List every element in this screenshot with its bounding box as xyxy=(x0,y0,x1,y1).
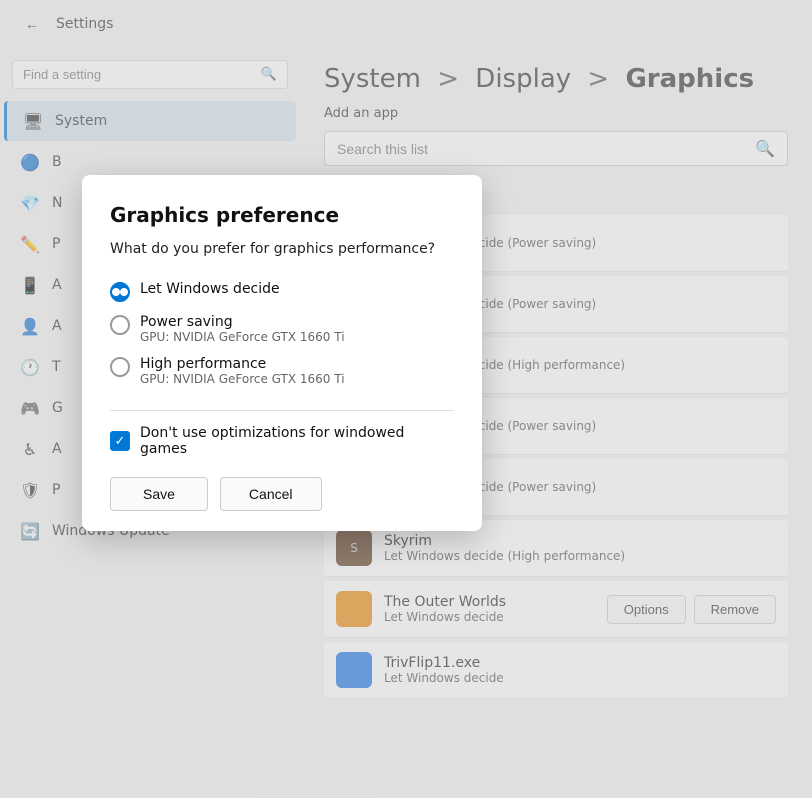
checkbox-optimizations[interactable]: ✓ xyxy=(110,431,130,451)
checkbox-label-optimizations: Don't use optimizations for windowed gam… xyxy=(140,425,454,457)
radio-label-windows-decide: Let Windows decide xyxy=(140,281,280,297)
radio-item-high-performance[interactable]: High performance GPU: NVIDIA GeForce GTX… xyxy=(110,350,454,392)
radio-item-power-saving[interactable]: Power saving GPU: NVIDIA GeForce GTX 166… xyxy=(110,308,454,350)
divider xyxy=(110,410,454,411)
dialog-footer: Save Cancel xyxy=(110,477,454,511)
radio-sublabel-high-performance: GPU: NVIDIA GeForce GTX 1660 Ti xyxy=(140,372,345,386)
checkmark-icon: ✓ xyxy=(115,434,126,449)
cancel-button[interactable]: Cancel xyxy=(220,477,322,511)
radio-circle-high-performance xyxy=(110,357,130,377)
dialog-title: Graphics preference xyxy=(110,203,454,227)
radio-circle-power-saving xyxy=(110,315,130,335)
radio-label-high-performance: High performance xyxy=(140,356,345,372)
checkbox-row-optimizations[interactable]: ✓ Don't use optimizations for windowed g… xyxy=(110,425,454,457)
dialog-question: What do you prefer for graphics performa… xyxy=(110,241,454,257)
radio-sublabel-power-saving: GPU: NVIDIA GeForce GTX 1660 Ti xyxy=(140,330,345,344)
radio-group: Let Windows decide Power saving GPU: NVI… xyxy=(110,275,454,392)
radio-item-windows-decide[interactable]: Let Windows decide xyxy=(110,275,454,308)
radio-circle-windows-decide xyxy=(110,282,130,302)
radio-label-power-saving: Power saving xyxy=(140,314,345,330)
save-button[interactable]: Save xyxy=(110,477,208,511)
graphics-preference-dialog: Graphics preference What do you prefer f… xyxy=(82,175,482,531)
